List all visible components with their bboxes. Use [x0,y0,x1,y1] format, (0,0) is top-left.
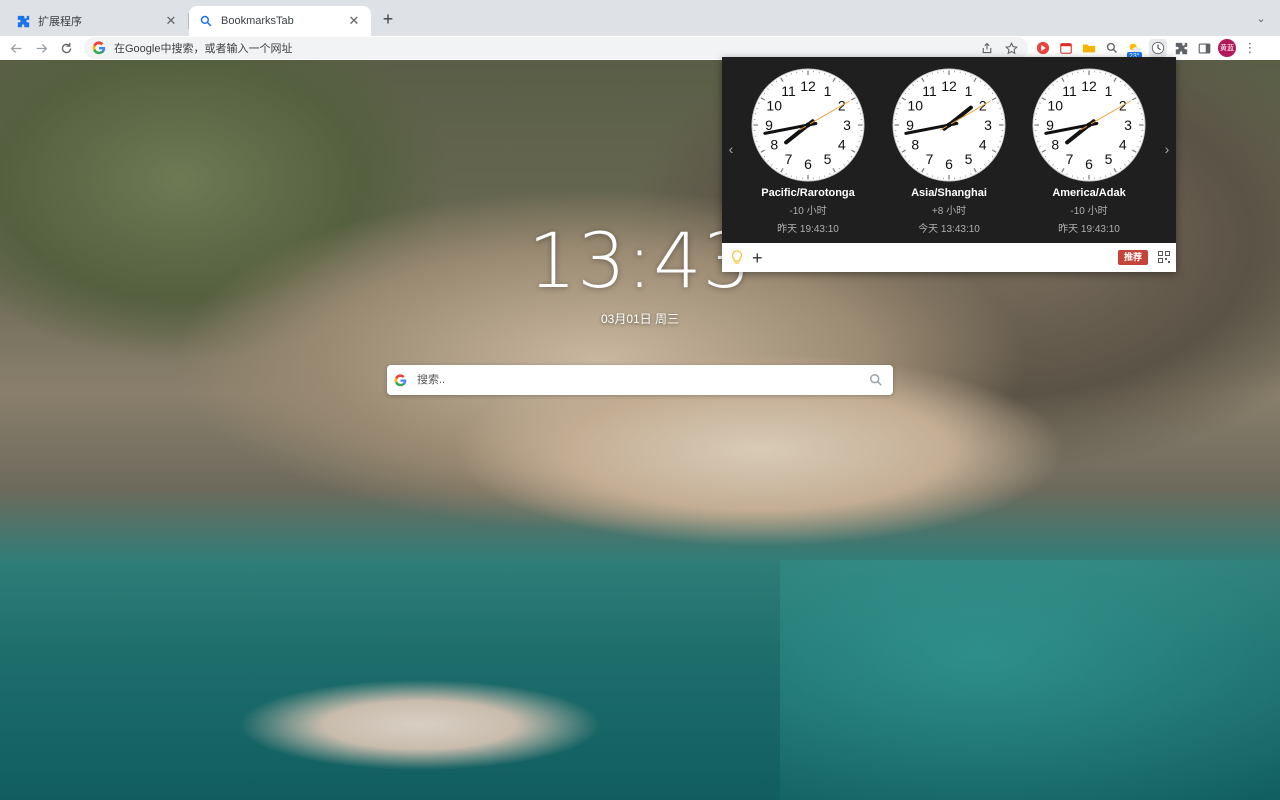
clock-offset: -10 小时 [789,206,827,217]
omnibox-actions [978,37,1020,59]
address-bar[interactable]: 在Google中搜索，或者输入一个网址 [84,37,1028,59]
clock-center [805,122,811,128]
side-panel-icon[interactable] [1195,39,1213,57]
world-clock-extension-icon[interactable] [1149,39,1167,57]
profile-avatar[interactable]: 黄蓝 [1218,39,1236,57]
close-tab-icon[interactable]: ✕ [164,14,178,28]
clock-numeral: 4 [838,137,846,153]
clock-numeral: 1 [965,83,973,99]
world-clock-popup: ‹ › 123456789101112 Pacific/Rarotonga -1… [722,57,1176,272]
clock-time: 昨天 19:43:10 [777,224,839,235]
tab-strip: 扩展程序 ✕ BookmarksTab ✕ + ⌄ [0,0,1280,36]
clock-numeral: 10 [766,98,782,114]
google-icon [92,41,106,55]
magnifier-icon[interactable] [1103,39,1121,57]
clock-numeral: 1 [824,83,832,99]
clock-numeral: 7 [1066,151,1074,167]
analog-clock-icon: 123456789101112 [1032,68,1146,182]
share-icon[interactable] [978,39,996,57]
clock-numeral: 11 [781,83,796,99]
reload-icon [61,42,71,53]
clock-zone: Asia/Shanghai [911,187,987,199]
menu-kebab-icon[interactable]: ⋮ [1241,39,1259,57]
reload-button[interactable] [56,38,76,58]
clock-numeral: 8 [770,137,778,153]
clock-center [946,122,952,128]
calendar-icon[interactable] [1057,39,1075,57]
clock-card[interactable]: 123456789101112 Pacific/Rarotonga -10 小时… [743,67,873,235]
clock-numeral: 10 [1047,98,1063,114]
clock-numeral: 11 [922,83,937,99]
clock-card[interactable]: 123456789101112 Asia/Shanghai +8 小时 今天 1… [884,67,1014,235]
clock-numeral: 3 [843,117,851,133]
clock-card[interactable]: 123456789101112 America/Adak -10 小时 昨天 1… [1024,67,1154,235]
google-icon [394,373,407,386]
clock-numeral: 12 [941,78,957,94]
clock-zone: America/Adak [1052,187,1126,199]
chevron-down-icon[interactable]: ⌄ [1252,10,1270,28]
clock-numeral: 3 [1124,117,1132,133]
qr-code-icon[interactable] [1158,251,1170,263]
bookmark-star-icon[interactable] [1002,39,1020,57]
clock-numeral: 12 [1081,78,1097,94]
recommend-button[interactable]: 推荐 [1117,250,1148,265]
clock-time: 昨天 19:43:10 [1058,224,1120,235]
search-icon[interactable] [869,373,883,387]
clock-numeral: 8 [911,137,919,153]
tab-title: 扩展程序 [38,16,82,28]
clock-numeral: 10 [907,98,923,114]
clock-time: 今天 13:43:10 [918,224,980,235]
clock-zone: Pacific/Rarotonga [761,187,855,199]
wallpaper-glow [780,560,1280,800]
popup-footer: + 推荐 [722,243,1176,272]
puzzle-icon[interactable] [1172,39,1190,57]
back-button[interactable] [6,38,26,58]
clock-numeral: 6 [1085,156,1093,172]
clock-numeral: 6 [945,156,953,172]
main-date: 03月01日 周三 [600,312,680,326]
puzzle-icon [16,14,30,28]
clock-numeral: 4 [1119,137,1127,153]
arrow-left-icon [10,43,21,53]
search-box[interactable] [387,365,893,395]
clock-numeral: 7 [926,151,934,167]
analog-clock-icon: 123456789101112 [892,68,1006,182]
clock-numeral: 5 [1105,151,1113,167]
clock-numeral: 1 [1105,83,1113,99]
extensions-area: 23° 黄蓝 ⋮ [1034,38,1259,61]
clock-numeral: 5 [965,151,973,167]
clock-numeral: 5 [824,151,832,167]
tab-bookmarkstab[interactable]: BookmarksTab ✕ [189,6,371,36]
omnibox-placeholder: 在Google中搜索，或者输入一个网址 [114,43,293,55]
clock-numeral: 4 [979,137,987,153]
next-arrow-button[interactable]: › [1160,137,1174,161]
prev-arrow-button[interactable]: ‹ [724,137,738,161]
clock-numeral: 8 [1051,137,1059,153]
search-icon [199,14,213,28]
weather-icon[interactable]: 23° [1126,39,1144,61]
clock-numeral: 6 [804,156,812,172]
clock-offset: -10 小时 [1070,206,1108,217]
add-clock-button[interactable]: + [752,249,763,267]
clock-numeral: 7 [785,151,793,167]
new-tab-button[interactable]: + [378,10,398,30]
search-input[interactable] [417,374,869,386]
tab-extensions[interactable]: 扩展程序 ✕ [6,6,188,36]
arrow-right-icon [36,43,47,53]
lightbulb-icon[interactable] [730,249,744,266]
clock-numeral: 3 [984,117,992,133]
clock-numeral: 12 [800,78,816,94]
clock-numeral: 11 [1062,83,1077,99]
folder-icon[interactable] [1080,39,1098,57]
analog-clock-icon: 123456789101112 [751,68,865,182]
clock-center [1086,122,1092,128]
tab-title: BookmarksTab [221,15,294,27]
media-play-icon[interactable] [1034,39,1052,57]
close-tab-icon[interactable]: ✕ [347,14,361,28]
forward-button[interactable] [31,38,51,58]
clock-offset: +8 小时 [931,206,967,217]
